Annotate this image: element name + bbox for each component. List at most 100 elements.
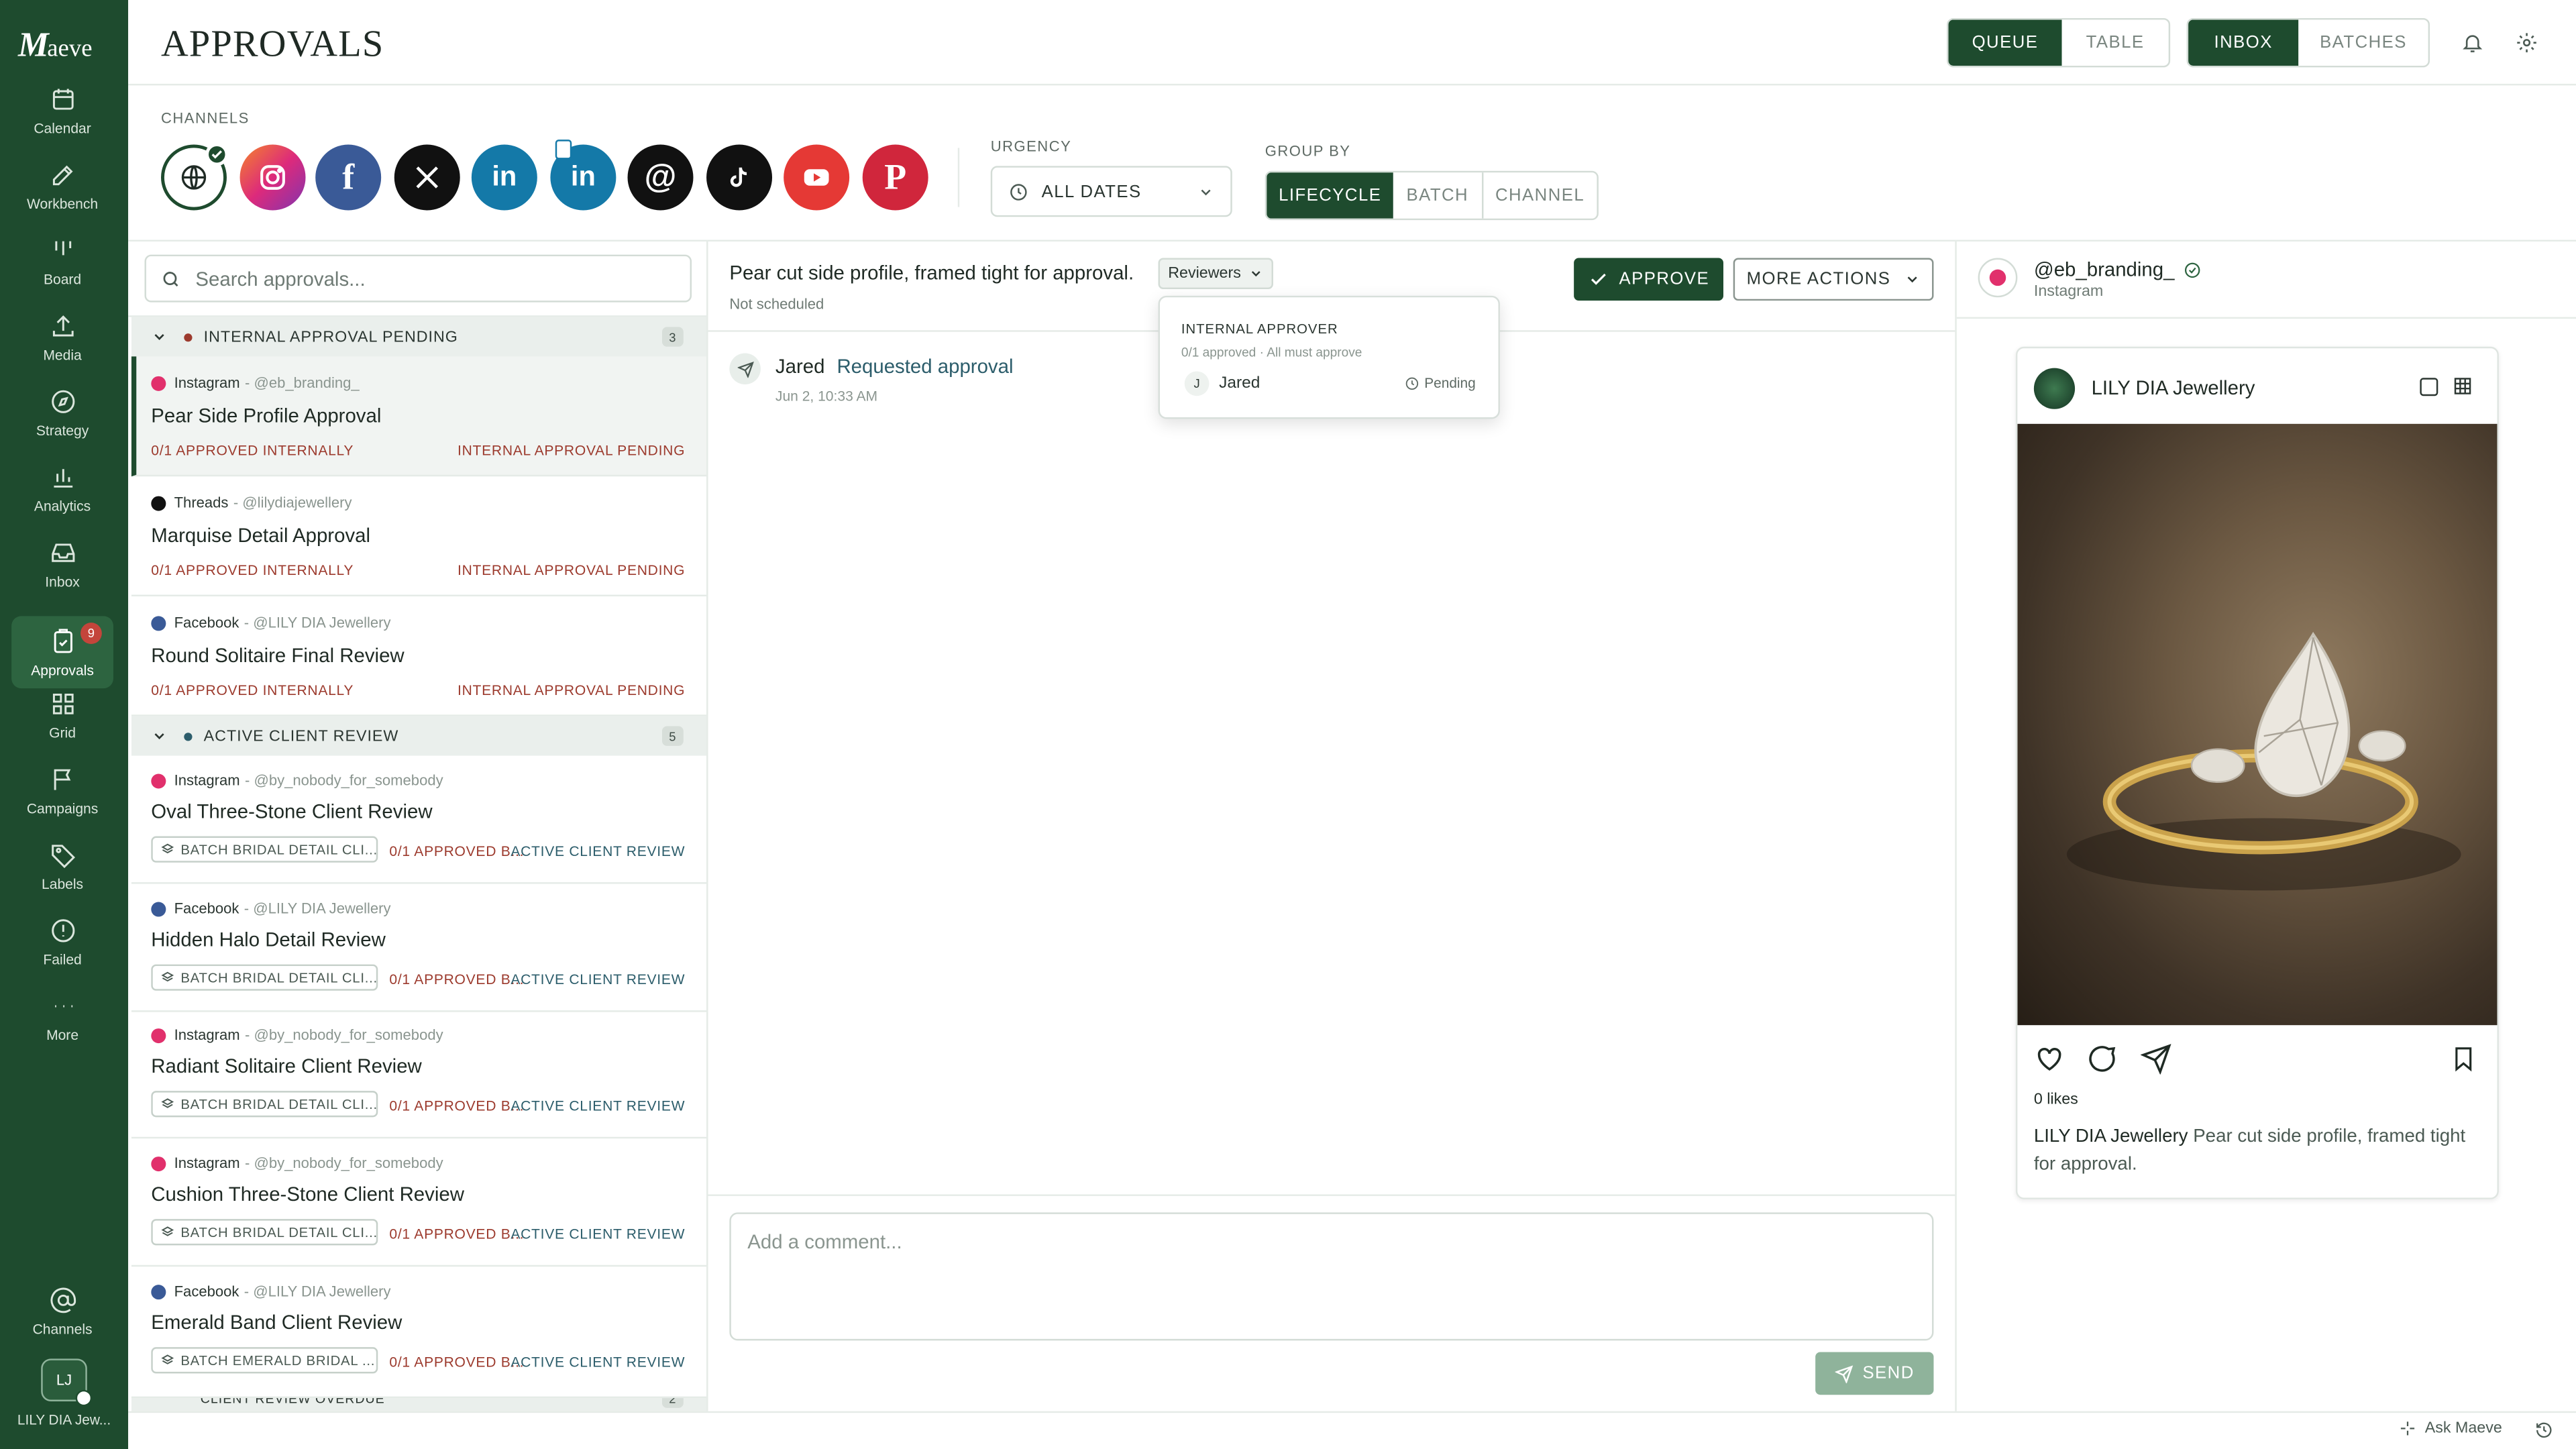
batch-tag[interactable]: BATCH BRIDAL DETAIL CLI... <box>151 964 378 991</box>
approval-progress: 0/1 APPROVED INTERNALLY <box>151 561 354 579</box>
check-icon <box>1590 273 1605 285</box>
approval-title: Emerald Band Client Review <box>151 1311 402 1334</box>
sidebar-item-campaigns[interactable]: Campaigns <box>11 754 113 826</box>
approval-item[interactable]: Facebook - @LILY DIA Jewellery Hidden Halo… <box>131 884 707 1012</box>
urgency-select[interactable]: ALL DATES <box>990 166 1232 217</box>
status-badge: ACTIVE CLIENT REVIEW <box>511 971 686 987</box>
channel-pinterest[interactable]: P <box>862 144 928 211</box>
comment-input[interactable]: Add a comment... <box>729 1212 1934 1341</box>
search-input[interactable]: Search approvals... <box>144 254 692 303</box>
tab-table[interactable]: TABLE <box>2061 19 2168 66</box>
account-avatar[interactable]: LJ <box>41 1358 93 1407</box>
tag-icon <box>50 844 74 867</box>
sidebar-item-grid[interactable]: Grid <box>11 678 113 751</box>
sidebar-item-more[interactable]: More <box>11 981 113 1053</box>
tab-queue[interactable]: QUEUE <box>1948 19 2062 66</box>
heart-icon[interactable] <box>2034 1043 2065 1075</box>
sidebar-item-board[interactable]: Board <box>11 225 113 298</box>
channel-facebook[interactable]: f <box>315 144 382 211</box>
group-count: 3 <box>661 327 684 347</box>
post-image <box>2017 423 2498 1026</box>
check-icon <box>205 143 229 166</box>
chevron-down-icon <box>1201 189 1211 195</box>
group-channel[interactable]: CHANNEL <box>1483 172 1597 219</box>
single-view-icon[interactable] <box>2420 378 2438 396</box>
channel-all[interactable] <box>161 143 229 211</box>
layers-icon <box>161 843 174 854</box>
sidebar-item-labels[interactable]: Labels <box>11 830 113 902</box>
approval-item[interactable]: Facebook - @LILY DIA Jewellery Emerald Ban… <box>131 1267 707 1399</box>
channel-linkedin-page[interactable]: in <box>550 140 616 211</box>
tab-inbox[interactable]: INBOX <box>2188 19 2299 66</box>
bookmark-icon[interactable] <box>2449 1043 2477 1075</box>
sidebar-item-strategy[interactable]: Strategy <box>11 376 113 449</box>
instagram-icon <box>260 165 285 190</box>
approval-item[interactable]: Instagram - @by_nobody_for_somebody Cushio… <box>131 1138 707 1267</box>
comment-icon[interactable] <box>2086 1043 2118 1075</box>
clock-icon <box>1405 376 1419 389</box>
channel-youtube[interactable] <box>784 144 850 211</box>
channel-threads[interactable]: @ <box>627 144 694 211</box>
approval-progress: 0/1 APPROVED B... <box>389 1225 525 1242</box>
gear-icon[interactable] <box>2515 32 2538 54</box>
maeve-logo[interactable]: Maeve <box>18 25 93 66</box>
sidebar-item-approvals[interactable]: Approvals 9 <box>11 616 113 689</box>
approval-progress: 0/1 APPROVED B... <box>389 1097 525 1114</box>
group-lifecycle[interactable]: LIFECYCLE <box>1267 172 1394 219</box>
approval-item[interactable]: Threads - @lilydiajewellery Marquise Detai… <box>131 476 707 596</box>
globe-icon <box>181 165 207 190</box>
approval-item[interactable]: Instagram - @by_nobody_for_somebody Oval T… <box>131 756 707 884</box>
batch-tag[interactable]: BATCH EMERALD BRIDAL ... <box>151 1347 378 1374</box>
group-header[interactable]: ACTIVE CLIENT REVIEW 5 <box>131 716 707 756</box>
batch-tag[interactable]: BATCH BRIDAL DETAIL CLI... <box>151 1091 378 1118</box>
alert-circle-icon <box>50 918 74 942</box>
approval-item[interactable]: Facebook - @LILY DIA Jewellery Round Solit… <box>131 596 707 716</box>
sidebar-item-media[interactable]: Media <box>11 301 113 373</box>
clock-icon <box>1010 183 1027 200</box>
grid-view-icon[interactable] <box>2453 376 2472 396</box>
batch-tag[interactable]: BATCH BRIDAL DETAIL CLI... <box>151 836 378 863</box>
sidebar-item-analytics[interactable]: Analytics <box>11 451 113 524</box>
approval-title: Oval Three-Stone Client Review <box>151 800 433 823</box>
more-actions-button[interactable]: MORE ACTIONS <box>1733 258 1934 301</box>
group-header[interactable]: INTERNAL APPROVAL PENDING 3 <box>131 317 707 357</box>
group-batch[interactable]: BATCH <box>1393 172 1483 219</box>
pinterest-icon: P <box>884 156 907 197</box>
bell-icon[interactable] <box>2461 32 2484 54</box>
sidebar-item-channels[interactable]: Channels <box>11 1275 113 1347</box>
status-badge: INTERNAL APPROVAL PENDING <box>458 561 686 579</box>
channel-x[interactable] <box>394 144 460 211</box>
sidebar-item-failed[interactable]: Failed <box>11 905 113 977</box>
grid-icon <box>52 692 73 714</box>
layers-icon <box>161 1226 174 1236</box>
channel-linkedin[interactable]: in <box>471 144 537 211</box>
sidebar-item-workbench[interactable]: Workbench <box>11 150 113 222</box>
group-count: 5 <box>661 726 684 746</box>
approval-title: Cushion Three-Stone Client Review <box>151 1183 464 1206</box>
sidebar-item-inbox[interactable]: Inbox <box>11 527 113 600</box>
schedule-status: Not scheduled <box>729 295 824 313</box>
reviewers-dropdown[interactable]: Reviewers <box>1158 258 1273 290</box>
approve-button[interactable]: APPROVE <box>1574 258 1724 301</box>
board-icon <box>54 240 70 255</box>
layers-icon <box>161 971 174 982</box>
approval-item[interactable]: Instagram - @by_nobody_for_somebody Radian… <box>131 1010 707 1139</box>
send-button[interactable]: SEND <box>1815 1352 1934 1395</box>
group-header-partial[interactable]: CLIENT REVIEW OVERDUE 2 <box>131 1398 707 1411</box>
reviewer-avatar: J <box>1184 371 1210 396</box>
send-activity-icon <box>729 353 761 385</box>
channel-instagram[interactable] <box>239 144 306 211</box>
approval-item[interactable]: Instagram - @eb_branding_ Pear Side Profil… <box>131 356 707 477</box>
batch-tag[interactable]: BATCH BRIDAL DETAIL CLI... <box>151 1219 378 1246</box>
inbox-icon <box>50 543 74 561</box>
facebook-icon <box>151 615 166 631</box>
flag-icon <box>53 768 70 790</box>
history-icon[interactable] <box>2535 1421 2553 1439</box>
layers-icon <box>161 1354 174 1364</box>
sidebar-item-calendar[interactable]: Calendar <box>11 74 113 146</box>
post-caption: Pear cut side profile, framed tight for … <box>729 261 1134 284</box>
channel-tiktok[interactable] <box>706 144 773 211</box>
tab-batches[interactable]: BATCHES <box>2298 19 2428 66</box>
share-icon[interactable] <box>2141 1043 2172 1075</box>
ask-maeve-button[interactable]: Ask Maeve <box>2399 1419 2502 1438</box>
